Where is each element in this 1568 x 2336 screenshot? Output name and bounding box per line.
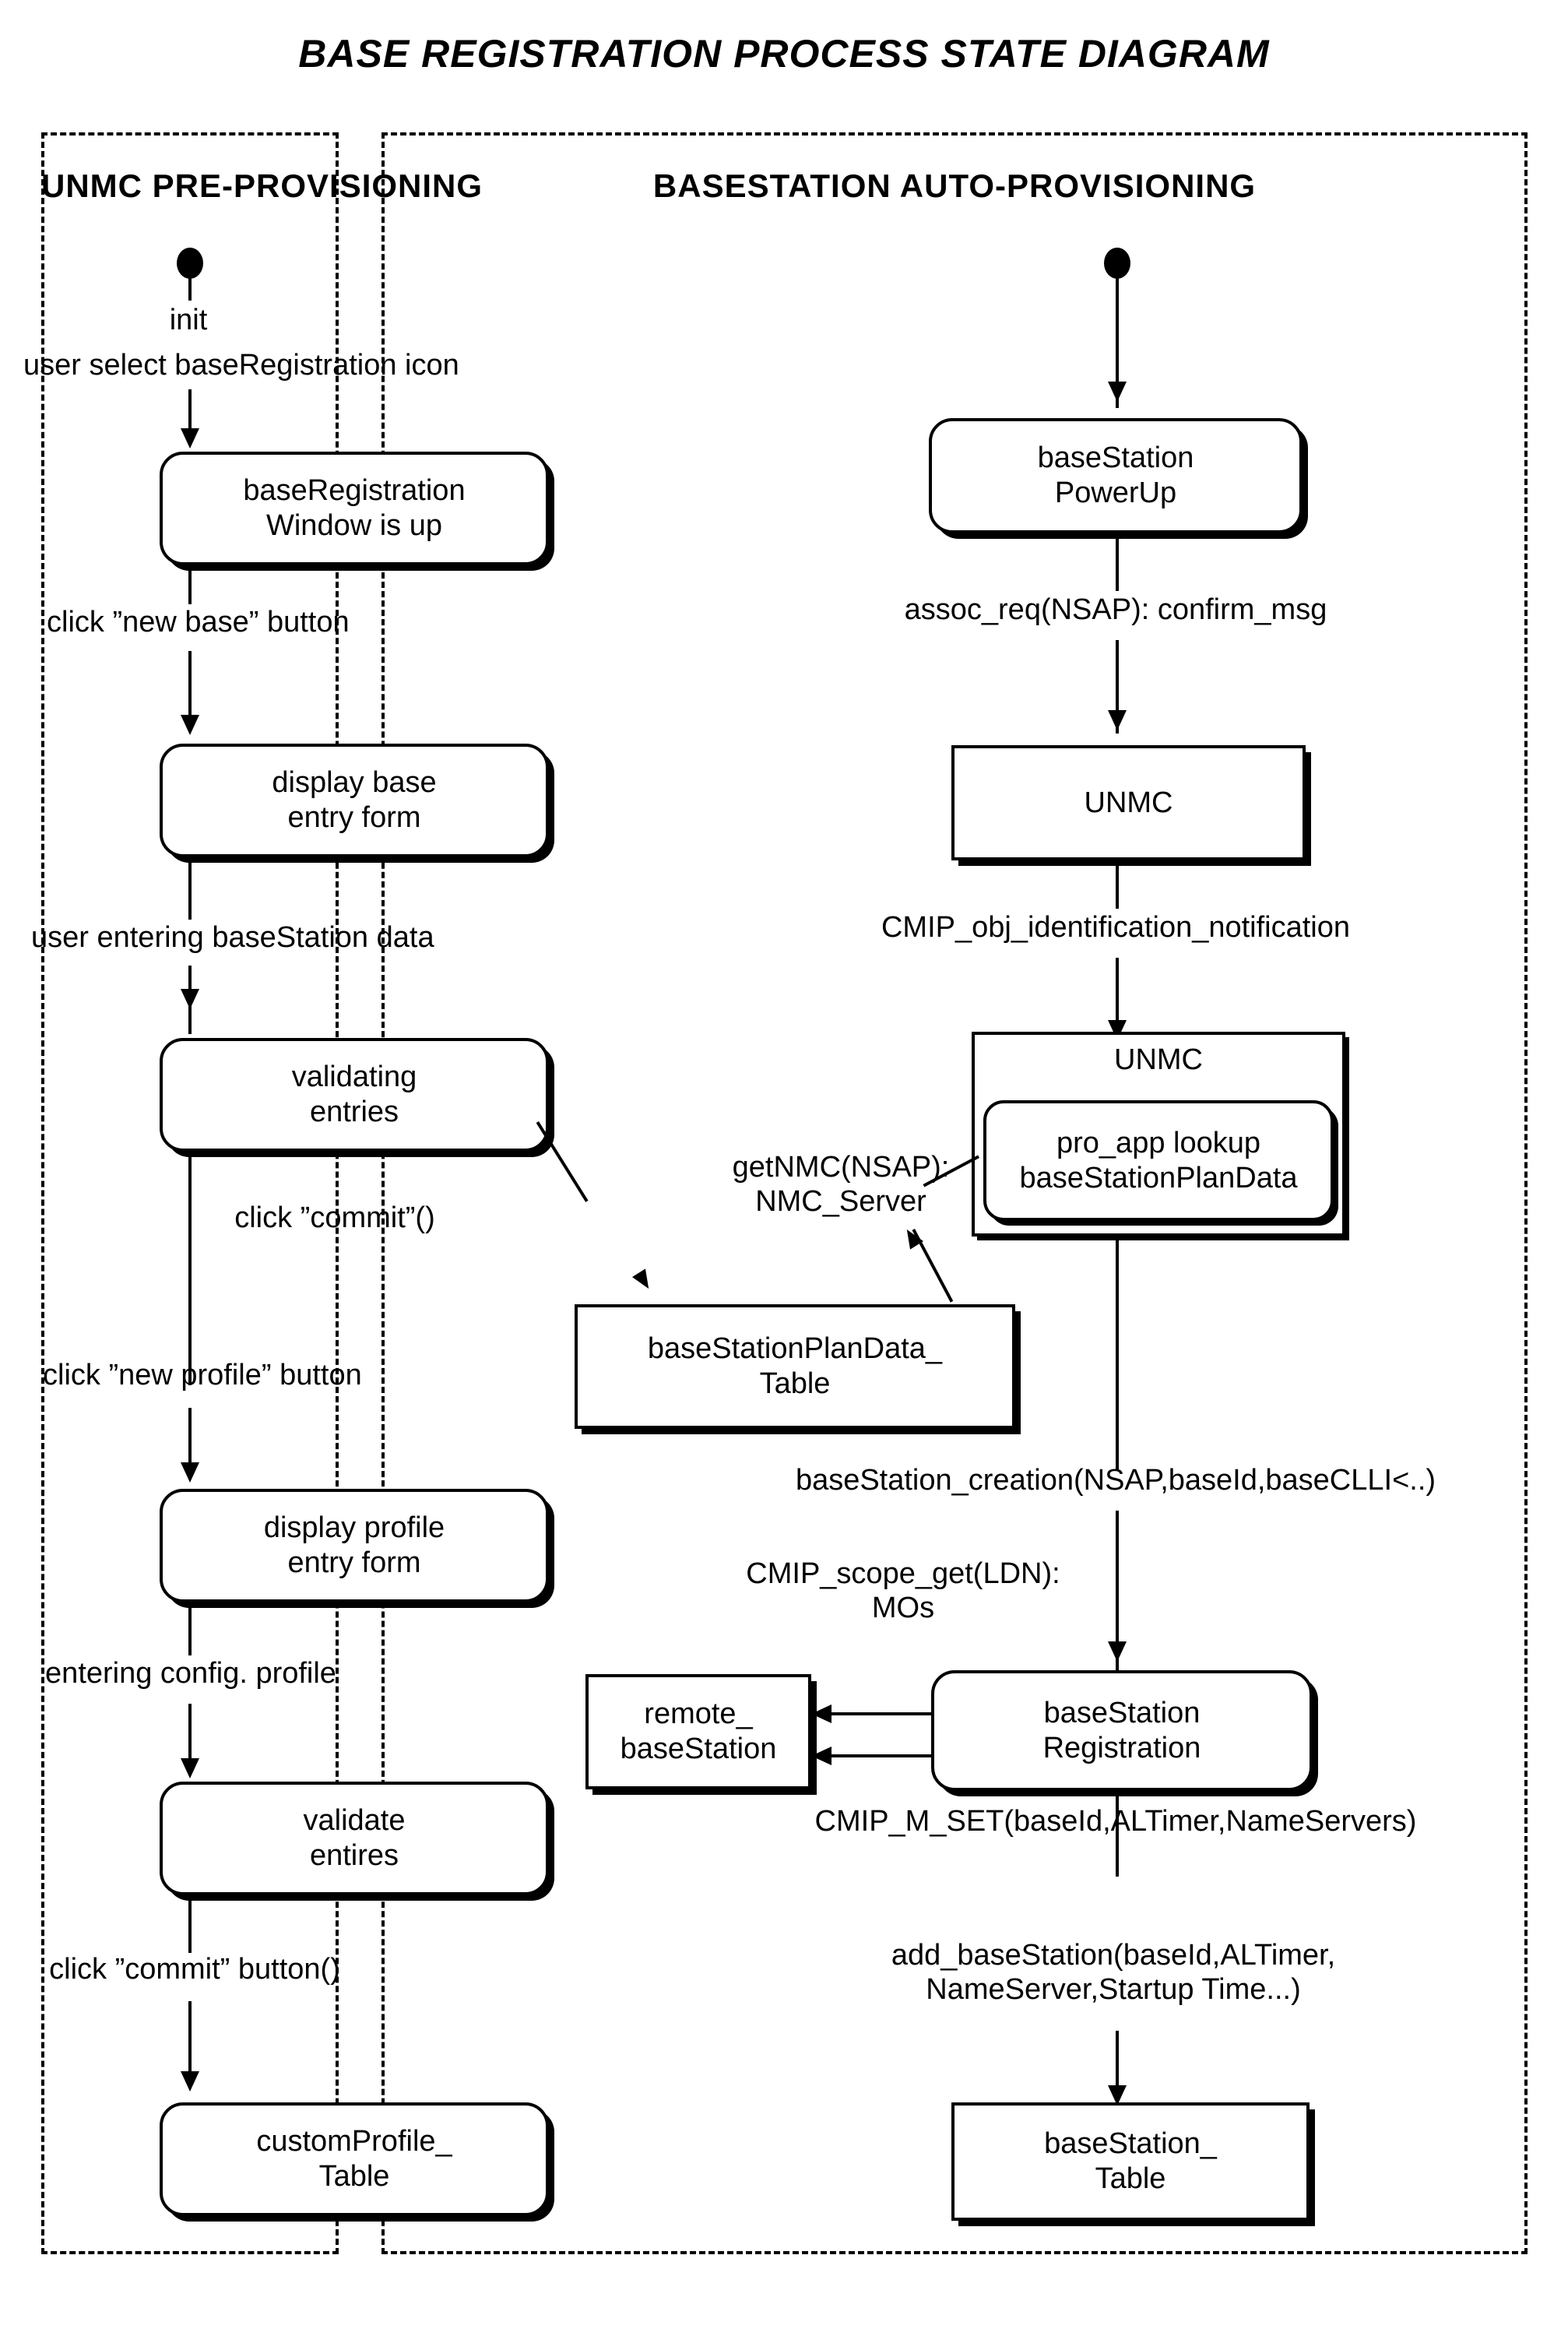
state-pro-app-lookup: pro_app lookup baseStationPlanData (983, 1100, 1334, 1221)
object-basestation-plandata-table: baseStationPlanData_ Table (575, 1304, 1015, 1429)
connector-t2-to-state2 (188, 651, 192, 719)
left-transition-entering-config: entering config. profile (45, 1657, 336, 1690)
connector-unmc-composite-to-creation (1116, 1237, 1119, 1470)
cmip-scope-line2: MOs (871, 1591, 935, 1624)
right-transition-cmip-obj-notification: CMIP_obj_identification_notification (881, 911, 1351, 944)
remote-label-line1: remote_ (644, 1697, 753, 1731)
state-label-line1: UNMC (1084, 786, 1173, 819)
connector-state2-to-t3 (188, 857, 192, 920)
right-transition-add-basestation: add_baseStation(baseId,ALTimer, NameServ… (740, 1939, 1487, 2007)
left-init-label: init (169, 304, 208, 336)
state-label-line2: baseStationPlanData (1019, 1161, 1298, 1194)
connector-registration-to-remote-top (831, 1712, 933, 1715)
right-transition-cmip-scope-get: CMIP_scope_get(LDN): MOs (708, 1557, 1098, 1625)
state-display-base-entry-form: display base entry form (160, 744, 549, 857)
table-label-line1: baseStation_ (1044, 2127, 1217, 2161)
arrowhead-registration-to-remote-top (811, 1705, 831, 1723)
left-transition-entering-data: user entering baseStation data (31, 921, 434, 954)
state-label-line1: display base (272, 766, 437, 800)
state-label-line2: Registration (1042, 1731, 1201, 1764)
getnmc-line1: getNMC(NSAP): (732, 1151, 950, 1184)
arrowhead-init-right (1108, 382, 1127, 402)
state-label-line1: display profile (263, 1511, 445, 1545)
state-base-registration-window: baseRegistration Window is up (160, 452, 549, 565)
state-label-line2: Table (318, 2160, 390, 2193)
state-unmc: UNMC (951, 745, 1306, 860)
connector-state5-to-t7 (188, 1895, 192, 1953)
swimlane-left-title: UNMC PRE-PROVISIONING (41, 167, 483, 204)
state-custom-profile-table: customProfile_ Table (160, 2102, 549, 2216)
state-label-line1: pro_app lookup (1056, 1126, 1260, 1159)
initial-state-dot-right (1104, 248, 1130, 279)
connector-unmc-to-cmip-notif (1116, 860, 1119, 909)
table-label-line2: Table (759, 1367, 831, 1400)
swimlane-right-title: BASESTATION AUTO-PROVISIONING (652, 167, 1257, 204)
cmip-scope-line1: CMIP_scope_get(LDN): (746, 1557, 1060, 1590)
state-display-profile-entry-form: display profile entry form (160, 1489, 549, 1602)
object-remote-basestation: remote_ baseStation (585, 1674, 811, 1789)
table-label-line1: baseStationPlanData_ (647, 1332, 943, 1366)
state-label-line1: validating (291, 1061, 417, 1094)
add-basestation-line1: add_baseStation(baseId,ALTimer, (891, 1939, 1336, 1972)
object-basestation-table: baseStation_ Table (951, 2102, 1310, 2221)
connector-t1-to-state1 (188, 389, 192, 433)
connector-registration-to-remote-bottom (831, 1754, 933, 1757)
arrowhead-t3 (181, 989, 199, 1009)
getnmc-line2: NMC_Server (755, 1184, 926, 1218)
right-transition-assoc-req: assoc_req(NSAP): confirm_msg (904, 593, 1327, 626)
arrowhead-t5 (181, 1462, 199, 1483)
arrowhead-t7 (181, 2071, 199, 2091)
state-label-line2: Window is up (266, 509, 442, 542)
add-basestation-line2: NameServer,Startup Time...) (926, 1972, 1301, 2006)
initial-state-dot-left (177, 248, 203, 279)
state-label-line1: validate (303, 1804, 406, 1838)
left-transition-commit-1: click ”commit”() (234, 1201, 435, 1234)
left-transition-new-profile: click ”new profile” button (43, 1359, 362, 1391)
left-transition-new-base: click ”new base” button (47, 606, 350, 639)
arrowhead-assoc (1108, 710, 1127, 730)
state-diagram-canvas: BASE REGISTRATION PROCESS STATE DIAGRAM … (0, 0, 1568, 2336)
arrowhead-registration-to-remote-bottom (811, 1747, 831, 1765)
state-label-composite-title: UNMC (1114, 1043, 1203, 1076)
state-label-line2: entry form (287, 801, 421, 834)
connector-state1-to-t2 (188, 565, 192, 604)
state-label-line1: baseStation (1043, 1696, 1201, 1729)
arrowhead-t1 (181, 428, 199, 449)
connector-init-to-t1 (188, 277, 192, 301)
diagram-title: BASE REGISTRATION PROCESS STATE DIAGRAM (298, 32, 1270, 76)
state-label-line2: entries (309, 1096, 399, 1128)
connector-state4-to-t6 (188, 1602, 192, 1655)
left-transition-commit-2: click ”commit” button() (49, 1953, 340, 1986)
state-label-line2: entry form (287, 1546, 421, 1579)
state-label-line2: entires (309, 1839, 399, 1872)
state-validate-entires: validate entires (160, 1782, 549, 1895)
right-transition-getnmc: getNMC(NSAP): NMC_Server (705, 1151, 977, 1219)
connector-registration-to-add (1116, 1791, 1119, 1877)
state-label-line1: baseRegistration (243, 474, 466, 508)
connector-powerup-to-assoc (1116, 533, 1119, 591)
state-basestation-registration: baseStation Registration (931, 1670, 1313, 1791)
right-transition-basestation-creation: baseStation_creation(NSAP,baseId,baseCLL… (795, 1464, 1436, 1497)
state-label-line1: baseStation (1037, 442, 1194, 475)
arrowhead-creation (1108, 1641, 1127, 1662)
table-label-line2: Table (1095, 2162, 1166, 2195)
state-validating-entries: validating entries (160, 1038, 549, 1152)
arrowhead-t6 (181, 1758, 199, 1778)
state-basestation-powerup: baseStation PowerUp (929, 418, 1303, 533)
state-label-line2: PowerUp (1054, 477, 1177, 509)
state-label-line1: customProfile_ (256, 2125, 452, 2158)
connector-state3-to-t5 (188, 1152, 192, 1385)
left-transition-select-icon: user select baseRegistration icon (23, 349, 459, 382)
remote-label-line2: baseStation (620, 1733, 777, 1765)
arrowhead-t2 (181, 715, 199, 735)
